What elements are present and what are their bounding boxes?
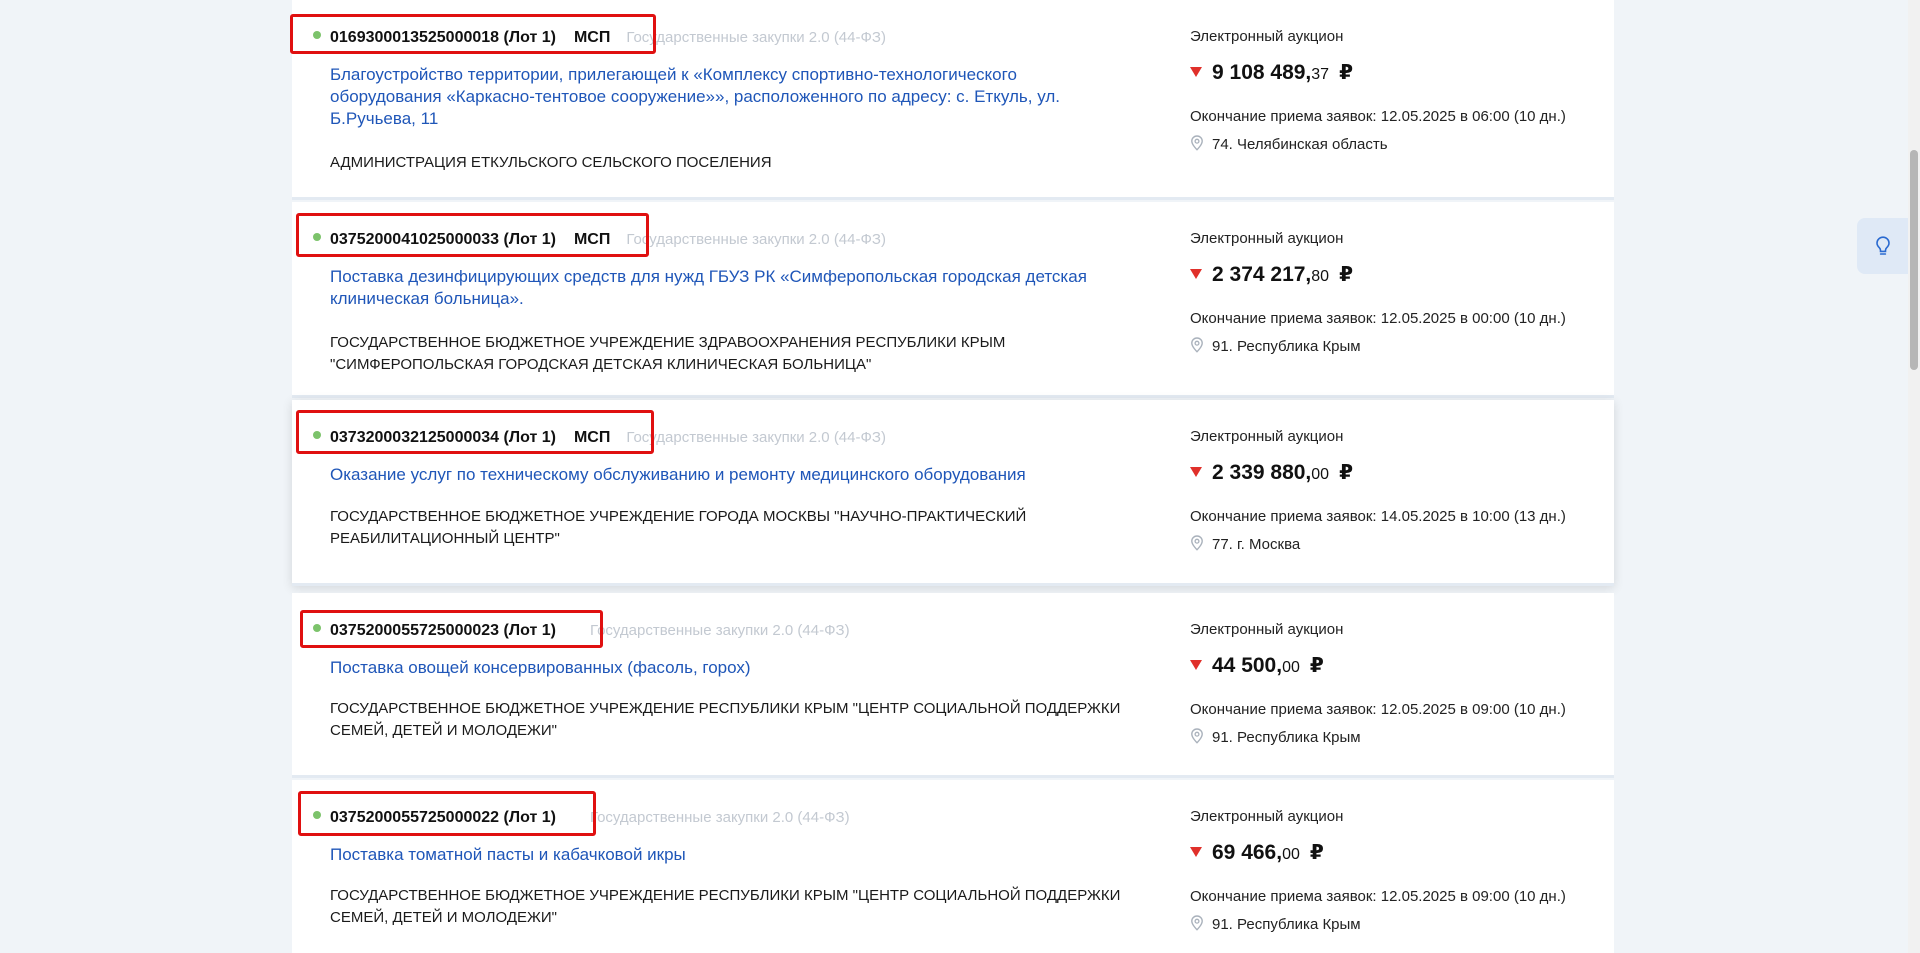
map-pin-icon — [1191, 728, 1203, 744]
platform-label: Государственные закупки 2.0 (44-ФЗ) — [589, 622, 850, 639]
deadline: Окончание приема заявок: 12.05.2025 в 09… — [1190, 701, 1566, 718]
region: 77. г. Москва — [1190, 535, 1301, 553]
currency-symbol: ₽ — [1309, 842, 1324, 864]
currency-symbol: ₽ — [1309, 655, 1324, 677]
map-pin-icon — [1191, 337, 1203, 353]
tender-title-link[interactable]: Поставка дезинфицирующих средств для нуж… — [330, 266, 1130, 310]
customer-name[interactable]: ГОСУДАРСТВЕННОЕ БЮДЖЕТНОЕ УЧРЕЖДЕНИЕ ЗДР… — [330, 332, 1160, 376]
tender-card[interactable]: 0375200055725000023 (Лот 1) Государственн… — [292, 593, 1614, 778]
tender-header: 0375200055725000023 (Лот 1) Государственн… — [313, 622, 850, 642]
region: 91. Республика Крым — [1190, 915, 1361, 933]
price-decimal: 00 — [1311, 466, 1330, 483]
scrollbar-thumb[interactable] — [1910, 150, 1918, 370]
tender-header: 0375200041025000033 (Лот 1) МСП Государств… — [313, 231, 886, 251]
tender-card[interactable]: 0169300013525000018 (Лот 1) МСП Государств… — [290, 0, 1614, 200]
tender-title-link[interactable]: Поставка томатной пасты и кабачковой икр… — [330, 844, 1130, 866]
deadline: Окончание приема заявок: 12.05.2025 в 00… — [1190, 310, 1566, 327]
tender-number[interactable]: 0375200055725000022 (Лот 1) — [330, 809, 556, 826]
platform-label: Государственные закупки 2.0 (44-ФЗ) — [626, 231, 886, 248]
region: 91. Республика Крым — [1190, 728, 1361, 746]
tender-header: 0375200055725000022 (Лот 1) Государственн… — [313, 809, 850, 829]
tender-header: 0373200032125000034 (Лот 1) МСП Государств… — [313, 429, 886, 449]
map-pin-icon — [1191, 915, 1203, 931]
status-dot — [313, 624, 321, 632]
currency-symbol: ₽ — [1339, 462, 1353, 484]
map-pin-icon — [1191, 535, 1203, 551]
price-decimal: 37 — [1311, 66, 1330, 83]
price-decimal: 00 — [1282, 846, 1300, 863]
scrollbar[interactable] — [1908, 0, 1920, 953]
hint-button[interactable] — [1857, 218, 1909, 274]
region-label: 77. г. Москва — [1212, 536, 1301, 553]
status-dot — [313, 431, 321, 439]
tender-number[interactable]: 0375200055725000023 (Лот 1) — [330, 622, 556, 639]
tender-number[interactable]: 0375200041025000033 (Лот 1) — [330, 231, 556, 248]
price-integer: 9 108 489, — [1212, 61, 1312, 84]
deadline: Окончание приема заявок: 12.05.2025 в 06… — [1190, 108, 1566, 125]
tender-number[interactable]: 0169300013525000018 (Лот 1) — [330, 29, 556, 46]
customer-name[interactable]: ГОСУДАРСТВЕННОЕ БЮДЖЕТНОЕ УЧРЕЖДЕНИЕ ГОР… — [330, 506, 1160, 550]
region: 74. Челябинская область — [1190, 135, 1388, 153]
customer-name[interactable]: АДМИНИСТРАЦИЯ ЕТКУЛЬСКОГО СЕЛЬСКОГО ПОСЕ… — [330, 152, 1160, 174]
region-label: 91. Республика Крым — [1212, 729, 1361, 746]
price-integer: 69 466, — [1212, 841, 1283, 864]
tender-number[interactable]: 0373200032125000034 (Лот 1) — [330, 429, 556, 446]
tender-header: 0169300013525000018 (Лот 1) МСП Государств… — [313, 29, 886, 49]
customer-name[interactable]: ГОСУДАРСТВЕННОЕ БЮДЖЕТНОЕ УЧРЕЖДЕНИЕ РЕС… — [330, 885, 1160, 929]
triangle-down-icon — [1190, 846, 1202, 857]
tender-card[interactable]: 0373200032125000034 (Лот 1) МСП Государств… — [292, 400, 1614, 586]
platform-label: Государственные закупки 2.0 (44-ФЗ) — [589, 809, 850, 826]
currency-symbol: ₽ — [1339, 62, 1353, 84]
currency-symbol: ₽ — [1339, 264, 1353, 286]
tender-card[interactable]: 0375200041025000033 (Лот 1) МСП Государств… — [292, 202, 1614, 398]
price-integer: 44 500, — [1212, 654, 1283, 677]
procedure-type: Электронный аукцион — [1190, 28, 1344, 45]
triangle-down-icon — [1190, 466, 1202, 477]
region-label: 91. Республика Крым — [1212, 338, 1361, 355]
region-label: 74. Челябинская область — [1212, 136, 1388, 153]
status-dot — [313, 811, 321, 819]
platform-label: Государственные закупки 2.0 (44-ФЗ) — [626, 429, 886, 446]
status-dot — [313, 233, 321, 241]
price: 9 108 489,37 ₽ — [1190, 60, 1353, 85]
msp-badge: МСП — [573, 429, 611, 446]
tender-title-link[interactable]: Оказание услуг по техническому обслужива… — [330, 464, 1130, 486]
price-decimal: 80 — [1311, 268, 1330, 285]
price: 2 374 217,80 ₽ — [1190, 262, 1353, 287]
price: 69 466,00 ₽ — [1190, 840, 1324, 865]
procedure-type: Электронный аукцион — [1190, 808, 1344, 825]
tender-card[interactable]: 0375200055725000022 (Лот 1) Государственн… — [292, 780, 1614, 953]
status-dot — [313, 31, 321, 39]
price-decimal: 00 — [1282, 659, 1300, 676]
price-integer: 2 339 880, — [1212, 461, 1312, 484]
procedure-type: Электронный аукцион — [1190, 230, 1344, 247]
msp-badge: МСП — [573, 231, 611, 248]
price: 2 339 880,00 ₽ — [1190, 460, 1353, 485]
price-integer: 2 374 217, — [1212, 263, 1312, 286]
procedure-type: Электронный аукцион — [1190, 621, 1344, 638]
price: 44 500,00 ₽ — [1190, 653, 1324, 678]
platform-label: Государственные закупки 2.0 (44-ФЗ) — [626, 29, 886, 46]
procedure-type: Электронный аукцион — [1190, 428, 1344, 445]
customer-name[interactable]: ГОСУДАРСТВЕННОЕ БЮДЖЕТНОЕ УЧРЕЖДЕНИЕ РЕС… — [330, 698, 1160, 742]
lightbulb-icon — [1876, 236, 1890, 255]
tender-list-page: 0169300013525000018 (Лот 1) МСП Государств… — [0, 0, 1920, 953]
deadline: Окончание приема заявок: 12.05.2025 в 09… — [1190, 888, 1566, 905]
triangle-down-icon — [1190, 66, 1202, 77]
deadline: Окончание приема заявок: 14.05.2025 в 10… — [1190, 508, 1566, 525]
triangle-down-icon — [1190, 659, 1202, 670]
tender-title-link[interactable]: Благоустройство территории, прилегающей … — [330, 64, 1130, 130]
map-pin-icon — [1191, 135, 1203, 151]
triangle-down-icon — [1190, 268, 1202, 279]
msp-badge: МСП — [573, 29, 611, 46]
region: 91. Республика Крым — [1190, 337, 1361, 355]
region-label: 91. Республика Крым — [1212, 916, 1361, 933]
tender-title-link[interactable]: Поставка овощей консервированных (фасоль… — [330, 657, 1130, 679]
